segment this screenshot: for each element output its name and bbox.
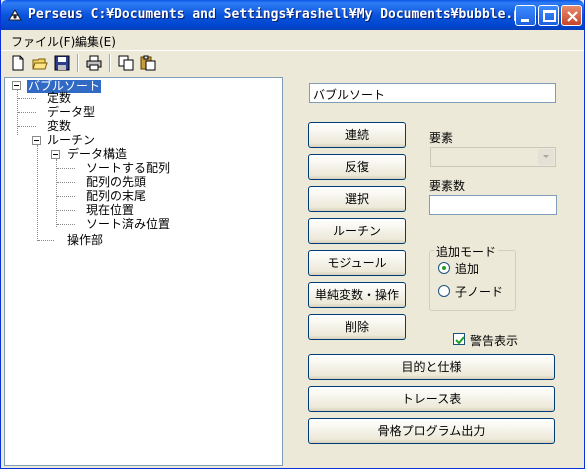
tree-item[interactable]: データ型 [47,106,95,119]
tree-item[interactable]: 操作部 [67,234,103,247]
menu-bar: ファイル(F) 編集(E) [1,30,584,50]
tree-connector [18,98,36,99]
chevron-down-icon[interactable] [538,149,554,165]
tree-item[interactable]: ルーチン [47,134,95,147]
menu-edit[interactable]: 編集(E) [75,33,116,50]
tree-item[interactable]: データ構造 [67,148,127,161]
element-count-field[interactable] [429,195,557,215]
tree-connector [57,224,75,225]
copy-icon[interactable] [117,54,135,72]
tree-item[interactable]: 配列の末尾 [86,190,146,203]
trace-table-button[interactable]: トレース表 [308,386,555,412]
collapse-icon[interactable] [32,136,41,145]
simple-variable-button[interactable]: 単純変数・操作 [308,282,406,308]
tree-connector [56,159,57,227]
new-file-icon[interactable] [9,54,27,72]
tree-item[interactable]: ソート済み位置 [86,218,170,231]
element-select[interactable] [430,147,556,167]
child-node-radio-label[interactable]: 子ノード [455,283,503,300]
print-icon[interactable] [85,54,103,72]
delete-button[interactable]: 削除 [308,314,406,340]
add-mode-title: 追加モード [434,243,499,260]
tree-connector [57,210,75,211]
select-button[interactable]: 選択 [308,186,406,212]
element-count-label: 要素数 [429,179,466,193]
purpose-spec-button[interactable]: 目的と仕様 [308,354,555,380]
skeleton-program-button[interactable]: 骨格プログラム出力 [308,418,555,444]
tree-connector [57,196,75,197]
collapse-icon[interactable] [12,81,21,90]
tree-connector [18,126,36,127]
menu-file[interactable]: ファイル(F) [11,33,75,50]
module-button[interactable]: モジュール [308,250,406,276]
child-node-radio[interactable] [438,285,450,297]
open-folder-icon[interactable] [31,54,49,72]
maximize-button[interactable] [538,5,559,26]
tree-connector [18,112,36,113]
routine-button[interactable]: ルーチン [308,218,406,244]
warning-checkbox[interactable] [453,333,465,345]
tree-connector [57,182,75,183]
paste-icon[interactable] [139,54,157,72]
tree-item[interactable]: 配列の先頭 [86,176,146,189]
tree-item[interactable]: 定数 [47,92,71,105]
structure-tree[interactable]: バブルソート 定数 データ型 変数 ルーチン データ構造 ソートする配列 配列の… [4,77,283,466]
tree-item[interactable]: 現在位置 [86,204,134,217]
save-icon[interactable] [53,54,71,72]
tree-item[interactable]: ソートする配列 [86,162,170,175]
node-name-field[interactable]: バブルソート [309,83,556,103]
window-title: Perseus C:¥Documents and Settings¥rashel… [28,7,537,22]
warning-checkbox-label[interactable]: 警告表示 [470,332,518,349]
minimize-button[interactable] [515,5,536,26]
add-radio-label[interactable]: 追加 [455,260,479,277]
tree-item[interactable]: 変数 [47,120,71,133]
tree-connector [57,168,75,169]
toolbar-separator [77,54,79,72]
app-window: Perseus C:¥Documents and Settings¥rashel… [0,0,585,469]
title-bar[interactable]: Perseus C:¥Documents and Settings¥rashel… [1,0,584,30]
sequence-button[interactable]: 連続 [308,122,406,148]
close-button[interactable] [561,5,582,26]
app-icon [7,7,23,23]
tree-connector [38,240,54,241]
repeat-button[interactable]: 反復 [308,154,406,180]
toolbar [1,50,584,74]
tree-connector [37,145,38,241]
toolbar-separator [109,54,111,72]
add-radio[interactable] [438,262,450,274]
element-label: 要素 [429,131,454,145]
collapse-icon[interactable] [51,150,60,159]
